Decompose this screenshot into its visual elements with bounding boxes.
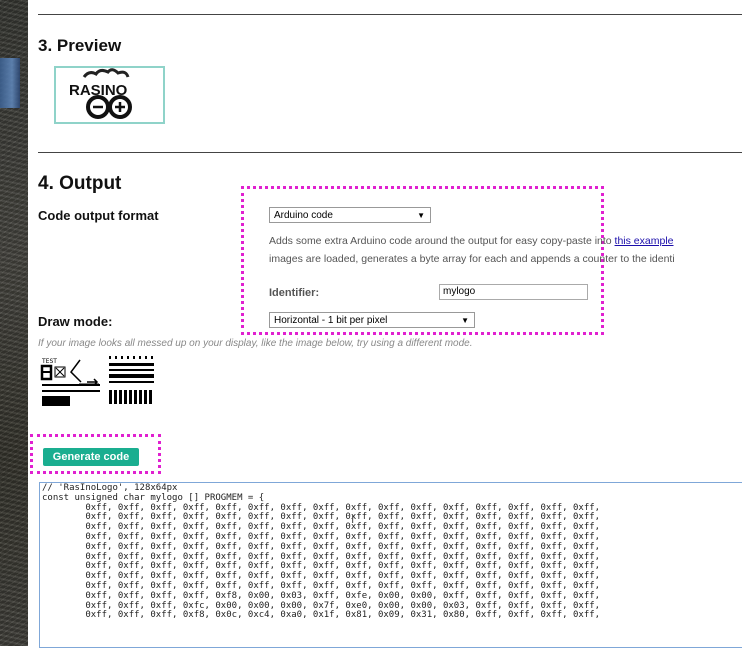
page-content: 3. Preview RASINO 4. Output Code output … — [28, 0, 742, 648]
code-format-select[interactable]: Arduino code ▼ — [269, 207, 431, 223]
preview-title: 3. Preview — [38, 36, 122, 55]
svg-text:TEST: TEST — [41, 358, 57, 365]
background-blue-patch — [0, 58, 20, 108]
code-format-label: Code output format — [38, 208, 159, 223]
code-format-value: Arduino code — [274, 210, 333, 221]
draw-mode-value: Horizontal - 1 bit per pixel — [274, 315, 388, 326]
background-strip — [0, 0, 28, 646]
image-preview: RASINO — [54, 66, 165, 124]
text-cursor-icon: Ⅰ — [351, 514, 355, 526]
code-format-description-2: images are loaded, generates a byte arra… — [269, 253, 675, 265]
identifier-label: Identifier: — [269, 287, 320, 299]
output-title: 4. Output — [38, 173, 122, 194]
generate-code-button[interactable]: Generate code — [43, 448, 139, 466]
rasino-logo-image: RASINO — [69, 68, 132, 119]
code-line: 0xff, 0xff, 0xff, 0xf8, 0x0c, 0xc4, 0xa0… — [42, 610, 601, 621]
section-divider — [38, 152, 742, 153]
identifier-input[interactable]: mylogo — [439, 284, 588, 300]
dropdown-arrow-icon: ▼ — [417, 211, 425, 220]
draw-mode-example-image: TEST — [40, 356, 154, 406]
code-lines: // 'RasInoLogo', 128x64px const unsigned … — [42, 483, 741, 621]
draw-mode-label: Draw mode: — [38, 314, 113, 329]
example-link[interactable]: this example — [615, 235, 674, 247]
code-output-textarea[interactable]: // 'RasInoLogo', 128x64px const unsigned … — [39, 482, 742, 648]
draw-mode-select[interactable]: Horizontal - 1 bit per pixel ▼ — [269, 312, 475, 328]
code-format-description: Adds some extra Arduino code around the … — [269, 235, 674, 247]
draw-mode-hint: If your image looks all messed up on you… — [38, 338, 473, 349]
section-divider — [38, 14, 742, 15]
dropdown-arrow-icon: ▼ — [461, 316, 469, 325]
